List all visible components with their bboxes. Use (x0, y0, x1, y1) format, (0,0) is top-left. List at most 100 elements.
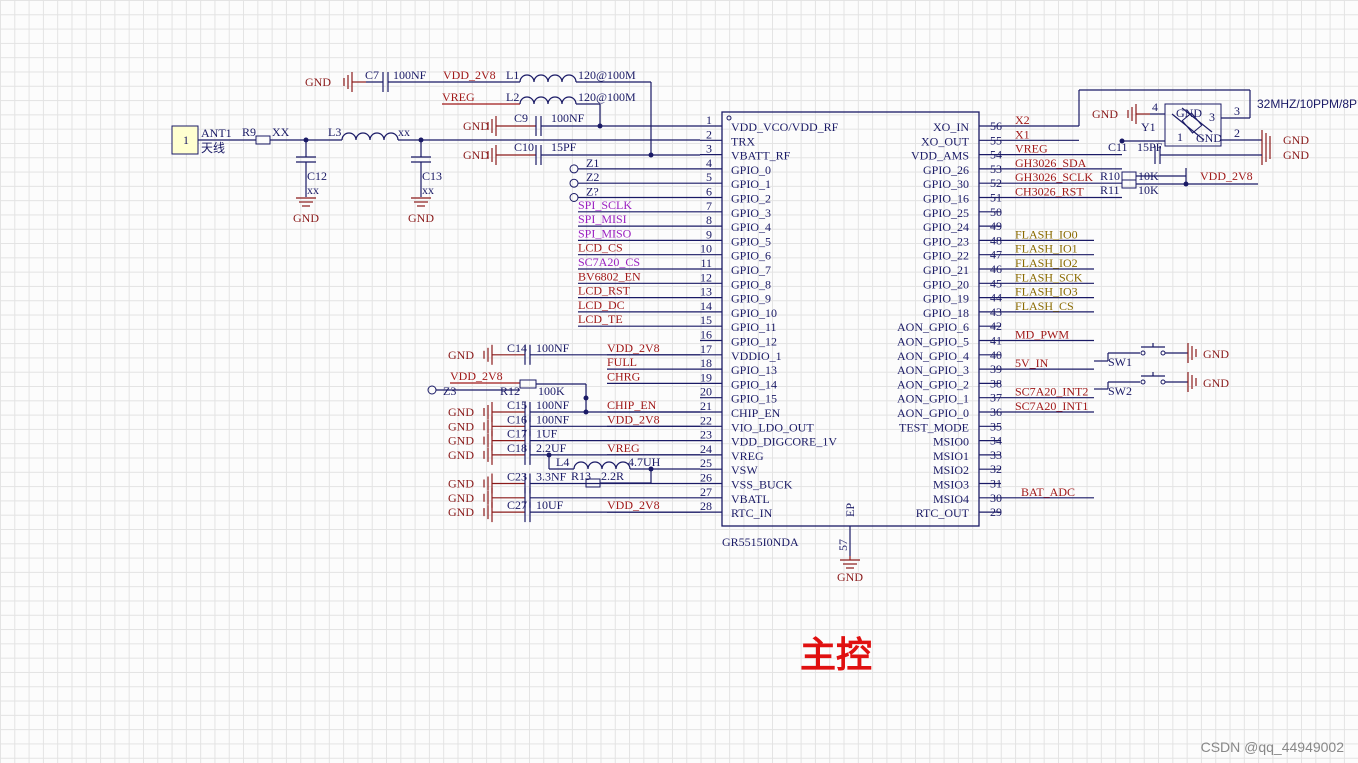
chip-pin-name-27: VBATL (731, 492, 770, 506)
sw2-gnd-label: GND (1203, 376, 1229, 390)
chip-pin-number-19: 19 (700, 370, 712, 384)
net-label-pin-13: LCD_RST (578, 284, 631, 298)
l2-inductor[interactable] (519, 96, 577, 105)
r12-resistor[interactable] (519, 379, 537, 389)
chip-pin-name-23: VDD_DIGCORE_1V (731, 435, 837, 449)
chip-pin-number-25: 25 (700, 456, 712, 470)
watermark: CSDN @qq_44949002 (1200, 739, 1344, 755)
cap-gnd-label-23: GND (448, 434, 474, 448)
l1-value: 120@100M (578, 68, 636, 82)
r11-resistor[interactable] (1121, 179, 1137, 189)
cap-ref-28: C27 (507, 498, 527, 512)
chip-pin-name-29: RTC_OUT (916, 506, 970, 520)
cap-17[interactable]: GND C14 100NF (448, 341, 700, 365)
chip-ep-pin: 57 (836, 539, 850, 551)
chip-pin-name-52: GPIO_30 (923, 177, 969, 191)
chip-pin-name-30: MSIO4 (933, 492, 969, 506)
cap-27[interactable]: GND (448, 487, 700, 508)
chip-pin-name-11: GPIO_7 (731, 263, 771, 277)
chip-pin-number-38: 38 (990, 376, 1002, 390)
chip-pin-name-41: AON_GPIO_5 (897, 335, 969, 349)
net-label-pin-56: X2 (1015, 113, 1030, 127)
cap-28[interactable]: GND C27 10UF (448, 498, 700, 523)
chip-pin-number-43: 43 (990, 305, 1002, 319)
net-label-pin-48: FLASH_IO0 (1015, 227, 1078, 241)
sw1-switch[interactable] (1108, 343, 1188, 356)
chip-pin-number-49: 49 (990, 219, 1002, 233)
z3-probe[interactable] (427, 385, 437, 395)
cap-gnd-label-28: GND (448, 505, 474, 519)
probe-5[interactable] (569, 178, 579, 188)
cap-value-23: 1UF (536, 427, 558, 441)
net-label-pin-9: SPI_MISO (578, 226, 632, 240)
crystal-pin2: 2 (1234, 126, 1240, 140)
l4-inductor[interactable] (573, 461, 631, 470)
chip-pin-number-10: 10 (700, 242, 712, 256)
cap-value-28: 10UF (536, 498, 564, 512)
chip-pin-name-55: XO_OUT (921, 134, 970, 148)
l2-value: 120@100M (578, 90, 636, 104)
c9-ref: C9 (514, 111, 528, 125)
cap-23[interactable]: GND C17 1UF (448, 427, 700, 451)
net-label-pin-24: VREG (607, 441, 640, 455)
lower-capacitors: GND C14 100NF GND C15 100NF GND C16 100NF GND C17 1… (448, 341, 700, 523)
c13-gnd-symbol (411, 197, 431, 207)
chip-pin-number-20: 20 (700, 385, 712, 399)
l2-vreg-label: VREG (442, 90, 475, 104)
chip-pin-name-33: MSIO1 (933, 449, 969, 463)
c9-gnd-label: GND (463, 119, 489, 133)
net-label-pin-53: GH3026_SDA (1015, 156, 1087, 170)
sw2-gnd-symbol (1187, 372, 1197, 392)
chip-pin-name-47: GPIO_22 (923, 249, 969, 263)
cap-21[interactable]: GND C15 100NF (448, 398, 700, 422)
l4-ref: L4 (556, 455, 569, 469)
probe-6[interactable] (569, 193, 579, 202)
chip-pin-number-42: 42 (990, 319, 1002, 333)
r10-resistor[interactable] (1121, 171, 1137, 181)
r13-ref: R13 (571, 469, 591, 483)
cap-24[interactable]: GND C18 2.2UF (448, 441, 700, 465)
chip-name: GR5515I0NDA (722, 535, 799, 549)
l1-inductor[interactable] (519, 74, 577, 83)
net-label-pin-22: VDD_2V8 (607, 412, 660, 426)
net-label-pin-10: LCD_CS (578, 241, 623, 255)
chip-pin-number-29: 29 (990, 505, 1002, 519)
chip-pin-name-7: GPIO_3 (731, 206, 771, 220)
chip-pin-name-56: XO_IN (933, 120, 969, 134)
l3-value: xx (398, 125, 410, 139)
chip-pin-number-37: 37 (990, 391, 1002, 405)
net-label-pin-18: FULL (607, 355, 637, 369)
chip-pin-name-14: GPIO_10 (731, 306, 777, 320)
chip-pin-name-19: GPIO_14 (731, 377, 777, 391)
chip-pin-name-5: GPIO_1 (731, 177, 771, 191)
chip-pin-name-43: GPIO_18 (923, 306, 969, 320)
chip-pin-number-6: 6 (706, 185, 712, 199)
sw1-gnd-symbol (1187, 343, 1197, 363)
net-label-pin-21: CHIP_EN (607, 398, 657, 412)
chip-pin-number-4: 4 (706, 156, 712, 170)
sw2-switch[interactable] (1108, 372, 1188, 385)
z3-label: Z3 (443, 384, 456, 398)
chip-pin-number-54: 54 (990, 148, 1002, 162)
probe-4[interactable] (569, 164, 579, 174)
l3-inductor[interactable] (341, 132, 399, 141)
chip-pin-name-44: GPIO_19 (923, 292, 969, 306)
chip-pin-number-36: 36 (990, 405, 1002, 419)
chip-pin-number-39: 39 (990, 362, 1002, 376)
net-label-pin-55: X1 (1015, 127, 1030, 141)
chip-pin-number-26: 26 (700, 471, 712, 485)
r13-value: 2.2R (601, 469, 624, 483)
chip-pin-number-53: 53 (990, 162, 1002, 176)
net-label-pin-45: FLASH_SCK (1015, 270, 1083, 284)
r9-resistor[interactable] (255, 135, 271, 145)
chip-pin-name-3: VBATT_RF (731, 149, 791, 163)
chip-pin-number-51: 51 (990, 191, 1002, 205)
cap-22[interactable]: GND C16 100NF (448, 412, 700, 437)
chip-pin-number-27: 27 (700, 485, 712, 499)
chip-pin-name-10: GPIO_6 (731, 249, 771, 263)
chip-pin-number-41: 41 (990, 334, 1002, 348)
net-label-pin-12: BV6802_EN (578, 269, 641, 283)
chip-pin-number-55: 55 (990, 133, 1002, 147)
c12-gnd-symbol (296, 197, 316, 207)
c12-ref: C12 (307, 169, 327, 183)
